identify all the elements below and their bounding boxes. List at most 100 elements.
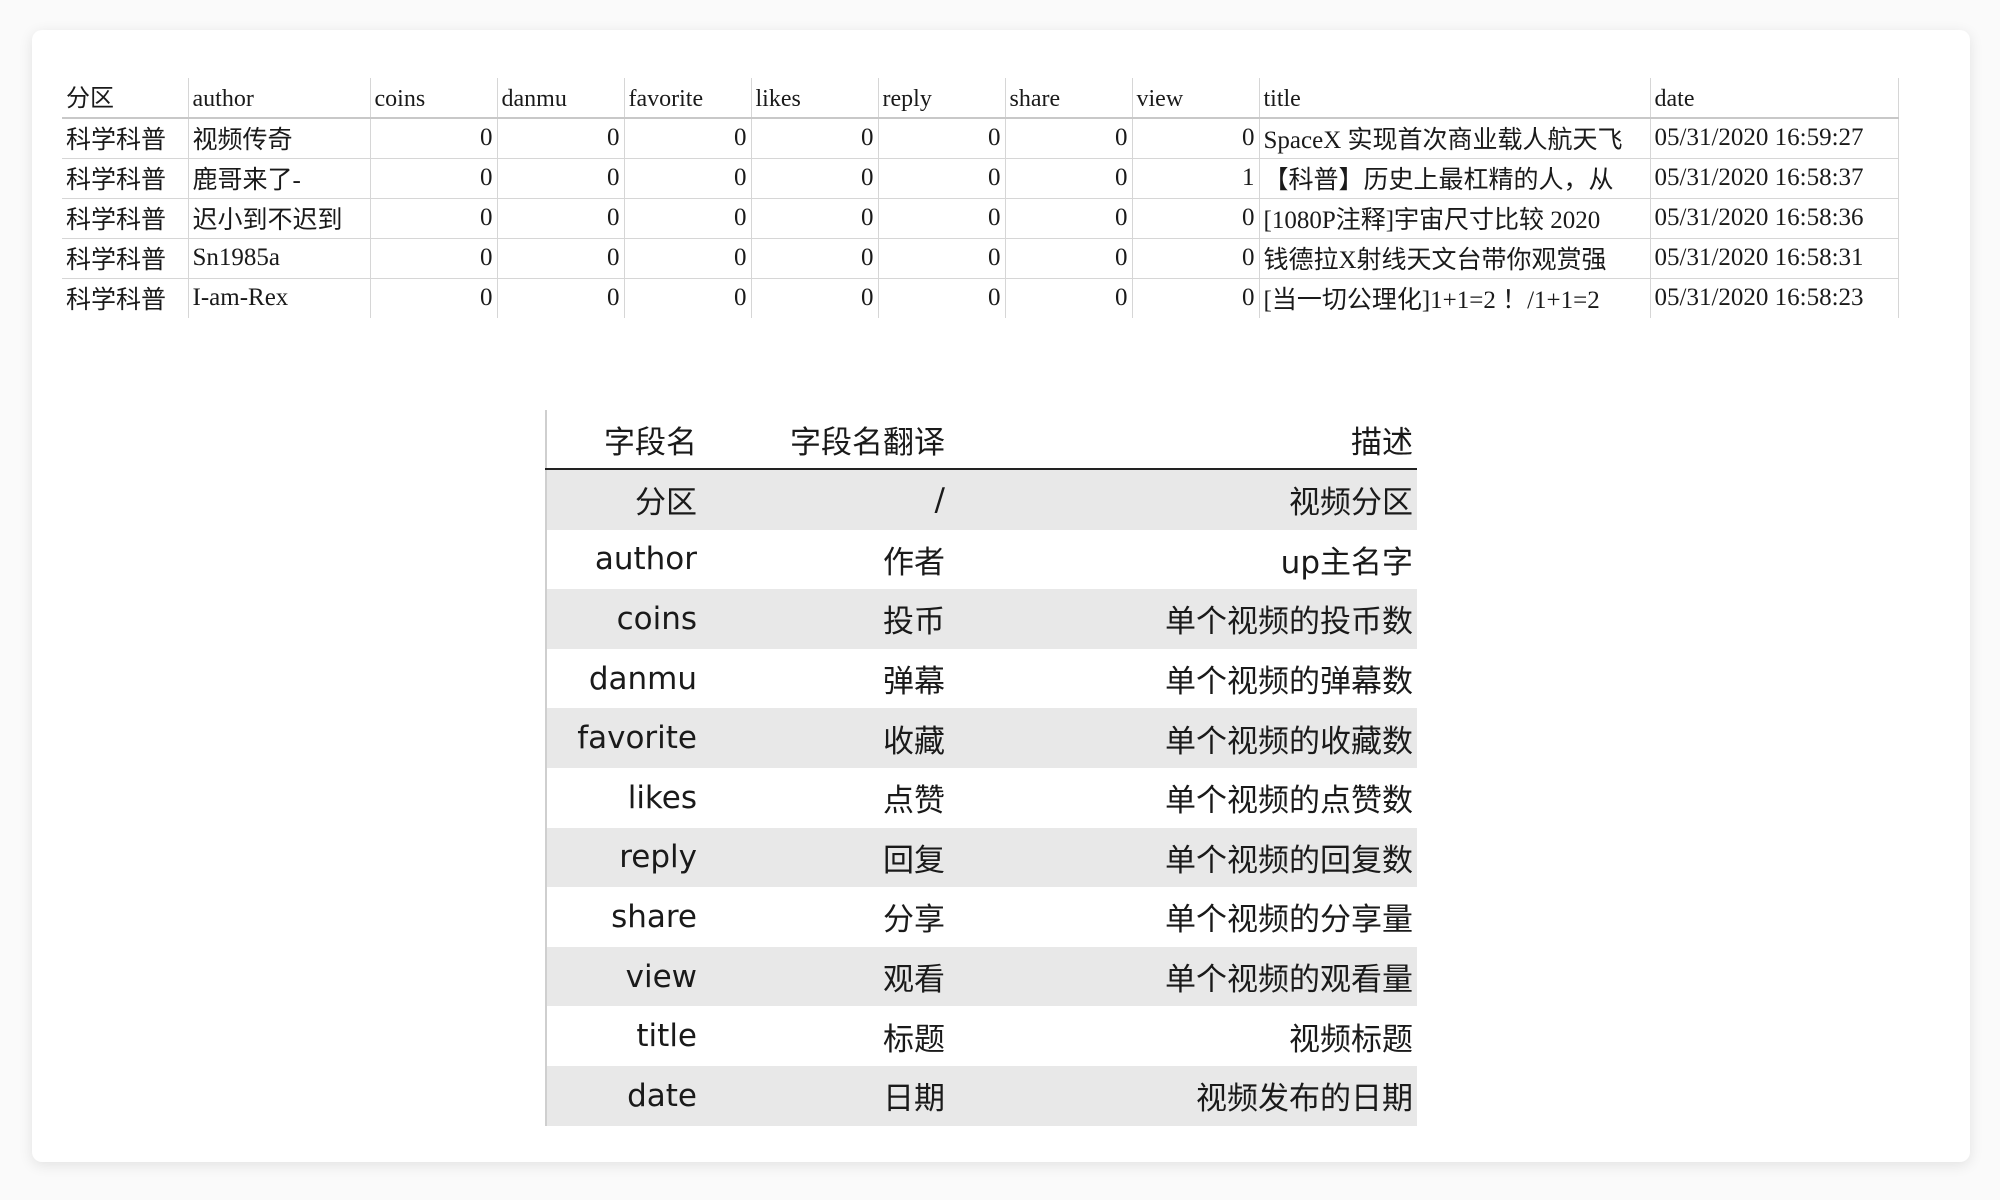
field-name: view <box>546 946 701 1007</box>
sheet-header-cell: likes <box>751 78 879 119</box>
table-cell: 0 <box>878 238 1006 279</box>
field-translation: 日期 <box>701 1065 949 1126</box>
field-translation: 作者 <box>883 544 945 581</box>
sheet-header-cell: 分区 <box>62 78 189 119</box>
field-translation: 标题 <box>883 1021 945 1058</box>
table-cell: 0 <box>878 198 1006 239</box>
table-cell: 0 <box>1005 158 1133 199</box>
table-cell: 05/31/2020 16:58:37 <box>1650 158 1899 199</box>
field-description: 单个视频的观看量 <box>949 946 1417 1007</box>
table-row: 科学科普 鹿哥来了- 0 0 0 0 0 0 1 【科普】历史上最杠精的人，从 … <box>62 158 1899 199</box>
table-cell: [1080P注释]宇宙尺寸比较 2020 <box>1259 198 1651 239</box>
field-translation: / <box>701 469 949 530</box>
table-cell: 0 <box>878 158 1006 199</box>
field-name: share <box>611 898 697 935</box>
field-translation: 弹幕 <box>883 664 945 701</box>
field-name: date <box>546 1065 701 1126</box>
table-row: share 分享 单个视频的分享量 <box>546 887 1417 947</box>
field-name: coins <box>546 589 701 649</box>
table-cell: 钱德拉X射线天文台带你观赏强 <box>1259 238 1651 279</box>
table-cell: 0 <box>751 278 879 318</box>
field-description: 视频发布的日期 <box>949 1065 1417 1126</box>
data-sample-table: 分区 author coins danmu favorite likes rep… <box>62 78 1899 318</box>
table-row: likes 点赞 单个视频的点赞数 <box>546 768 1417 828</box>
field-translation: 收藏 <box>701 708 949 768</box>
fields-header-cell: 字段名翻译 <box>701 410 949 470</box>
table-cell: 1 <box>1132 158 1260 199</box>
table-row: 科学科普 迟小到不迟到 0 0 0 0 0 0 0 [1080P注释]宇宙尺寸比… <box>62 198 1899 239</box>
field-name: 分区 <box>546 469 701 530</box>
table-cell: 0 <box>624 118 752 159</box>
table-cell: 05/31/2020 16:59:27 <box>1650 118 1899 159</box>
table-cell: 0 <box>1132 238 1260 279</box>
fields-header-row: 字段名 字段名翻译 描述 <box>546 410 1417 470</box>
table-cell: 0 <box>497 198 625 239</box>
table-cell: 0 <box>497 118 625 159</box>
table-row: 科学科普 Sn1985a 0 0 0 0 0 0 0 钱德拉X射线天文台带你观赏… <box>62 238 1899 279</box>
field-description: 视频标题 <box>1289 1021 1413 1058</box>
sheet-header-cell: view <box>1132 78 1260 119</box>
table-cell: 0 <box>624 158 752 199</box>
field-translation: 投币 <box>701 589 949 649</box>
field-description: up主名字 <box>1280 544 1413 581</box>
sheet-header-cell: share <box>1005 78 1133 119</box>
table-cell: 0 <box>497 158 625 199</box>
sheet-header-cell: date <box>1650 78 1899 119</box>
table-cell: 视频传奇 <box>188 118 371 159</box>
table-cell: [当一切公理化]1+1=2 ！/1+1=2 <box>1259 278 1651 318</box>
table-cell: 科学科普 <box>62 158 189 199</box>
table-row: coins 投币 单个视频的投币数 <box>546 589 1417 649</box>
field-description: 单个视频的收藏数 <box>949 708 1417 768</box>
table-cell: 0 <box>1005 238 1133 279</box>
table-cell: 0 <box>751 158 879 199</box>
table-cell: 0 <box>370 278 498 318</box>
field-description: 单个视频的回复数 <box>949 827 1417 888</box>
table-cell: 0 <box>1005 118 1133 159</box>
table-row: favorite 收藏 单个视频的收藏数 <box>546 708 1417 768</box>
table-cell: 0 <box>497 278 625 318</box>
table-row: 分区 / 视频分区 <box>546 469 1417 530</box>
table-cell: 0 <box>751 238 879 279</box>
sheet-header-cell: danmu <box>497 78 625 119</box>
table-cell: 0 <box>624 198 752 239</box>
table-cell: 0 <box>1005 278 1133 318</box>
table-cell: I-am-Rex <box>188 278 371 318</box>
field-name: author <box>594 541 697 578</box>
table-cell: SpaceX 实现首次商业载人航天飞 <box>1259 118 1651 159</box>
table-cell: 0 <box>751 118 879 159</box>
table-cell: 0 <box>624 238 752 279</box>
table-cell: 【科普】历史上最杠精的人，从 <box>1259 158 1651 199</box>
field-name: danmu <box>588 660 697 697</box>
table-row: view 观看 单个视频的观看量 <box>546 946 1417 1007</box>
table-cell: 科学科普 <box>62 198 189 239</box>
table-cell: 0 <box>1132 198 1260 239</box>
sheet-header-cell: title <box>1259 78 1651 119</box>
table-cell: 0 <box>751 198 879 239</box>
field-translation: 点赞 <box>883 783 945 820</box>
field-description: 单个视频的点赞数 <box>1165 783 1413 820</box>
table-cell: 0 <box>878 118 1006 159</box>
table-row: danmu 弹幕 单个视频的弹幕数 <box>546 649 1417 709</box>
sheet-header-cell: author <box>188 78 371 119</box>
field-name: favorite <box>546 708 701 768</box>
sheet-header-row: 分区 author coins danmu favorite likes rep… <box>62 78 1899 119</box>
table-cell: 0 <box>370 118 498 159</box>
table-cell: 0 <box>370 198 498 239</box>
table-row: author 作者 up主名字 <box>546 530 1417 590</box>
table-cell: 0 <box>497 238 625 279</box>
table-row: 科学科普 视频传奇 0 0 0 0 0 0 0 SpaceX 实现首次商业载人航… <box>62 118 1899 159</box>
field-name: title <box>636 1018 697 1055</box>
table-cell: 科学科普 <box>62 238 189 279</box>
table-cell: 0 <box>370 158 498 199</box>
table-cell: 迟小到不迟到 <box>188 198 371 239</box>
field-description: 单个视频的弹幕数 <box>1165 664 1413 701</box>
fields-header-cell: 字段名 <box>546 410 701 470</box>
field-name: likes <box>627 779 697 816</box>
table-cell: 鹿哥来了- <box>188 158 371 199</box>
field-name: reply <box>546 827 701 888</box>
table-cell: 0 <box>1132 118 1260 159</box>
sheet-header-cell: reply <box>878 78 1006 119</box>
table-cell: 0 <box>624 278 752 318</box>
table-cell: 科学科普 <box>62 118 189 159</box>
table-cell: 科学科普 <box>62 278 189 318</box>
